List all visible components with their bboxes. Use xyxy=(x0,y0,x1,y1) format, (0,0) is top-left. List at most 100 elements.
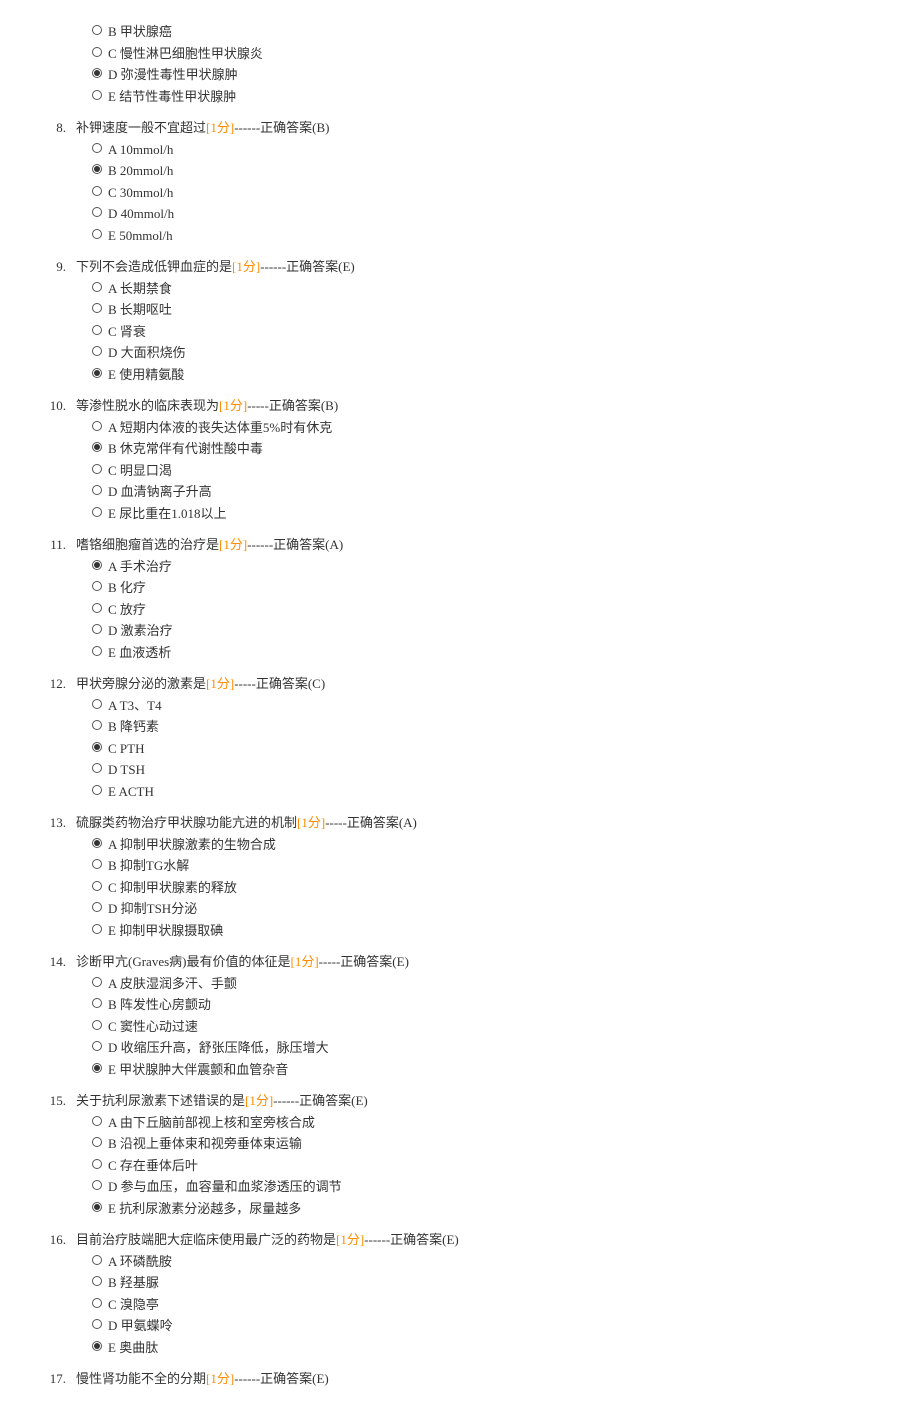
radio-icon[interactable] xyxy=(92,442,102,452)
radio-icon[interactable] xyxy=(92,720,102,730)
option[interactable]: E 尿比重在1.018以上 xyxy=(92,504,880,524)
option[interactable]: D 收缩压升高，舒张压降低，脉压增大 xyxy=(92,1038,880,1058)
radio-icon[interactable] xyxy=(92,603,102,613)
radio-icon[interactable] xyxy=(92,859,102,869)
radio-icon[interactable] xyxy=(92,924,102,934)
radio-icon[interactable] xyxy=(92,1319,102,1329)
radio-icon[interactable] xyxy=(92,998,102,1008)
option[interactable]: D 参与血压，血容量和血浆渗透压的调节 xyxy=(92,1177,880,1197)
radio-icon[interactable] xyxy=(92,143,102,153)
option[interactable]: A 环磷酰胺 xyxy=(92,1252,880,1272)
radio-icon[interactable] xyxy=(92,1255,102,1265)
option[interactable]: E ACTH xyxy=(92,782,880,802)
option[interactable]: E 50mmol/h xyxy=(92,226,880,246)
radio-icon[interactable] xyxy=(92,90,102,100)
radio-icon[interactable] xyxy=(92,881,102,891)
radio-icon[interactable] xyxy=(92,164,102,174)
option[interactable]: C 30mmol/h xyxy=(92,183,880,203)
radio-icon[interactable] xyxy=(92,560,102,570)
option[interactable]: A 长期禁食 xyxy=(92,279,880,299)
option[interactable]: A 抑制甲状腺激素的生物合成 xyxy=(92,835,880,855)
option[interactable]: D 抑制TSH分泌 xyxy=(92,899,880,919)
option[interactable]: A T3、T4 xyxy=(92,696,880,716)
option[interactable]: D 大面积烧伤 xyxy=(92,343,880,363)
radio-icon[interactable] xyxy=(92,1063,102,1073)
option[interactable]: C 慢性淋巴细胞性甲状腺炎 xyxy=(92,44,880,64)
radio-icon[interactable] xyxy=(92,742,102,752)
radio-icon[interactable] xyxy=(92,1137,102,1147)
option[interactable]: D TSH xyxy=(92,760,880,780)
option[interactable]: A 10mmol/h xyxy=(92,140,880,160)
radio-icon[interactable] xyxy=(92,346,102,356)
option[interactable]: E 抗利尿激素分泌越多，尿量越多 xyxy=(92,1199,880,1219)
radio-icon[interactable] xyxy=(92,464,102,474)
radio-icon[interactable] xyxy=(92,485,102,495)
radio-icon[interactable] xyxy=(92,303,102,313)
radio-icon[interactable] xyxy=(92,1298,102,1308)
option[interactable]: B 阵发性心房颤动 xyxy=(92,995,880,1015)
option[interactable]: B 20mmol/h xyxy=(92,161,880,181)
option[interactable]: D 血清钠离子升高 xyxy=(92,482,880,502)
radio-icon[interactable] xyxy=(92,186,102,196)
option[interactable]: E 血液透析 xyxy=(92,643,880,663)
option[interactable]: A 皮肤湿润多汗、手颤 xyxy=(92,974,880,994)
radio-icon[interactable] xyxy=(92,1020,102,1030)
radio-icon[interactable] xyxy=(92,785,102,795)
option[interactable]: A 手术治疗 xyxy=(92,557,880,577)
option[interactable]: D 甲氨蝶呤 xyxy=(92,1316,880,1336)
radio-icon[interactable] xyxy=(92,68,102,78)
question-text-line: 甲状旁腺分泌的激素是[1分]-----正确答案(C) xyxy=(76,674,880,694)
radio-icon[interactable] xyxy=(92,47,102,57)
radio-icon[interactable] xyxy=(92,1202,102,1212)
radio-icon[interactable] xyxy=(92,368,102,378)
radio-icon[interactable] xyxy=(92,977,102,987)
radio-icon[interactable] xyxy=(92,1159,102,1169)
radio-icon[interactable] xyxy=(92,902,102,912)
option[interactable]: B 长期呕吐 xyxy=(92,300,880,320)
radio-icon[interactable] xyxy=(92,207,102,217)
radio-icon[interactable] xyxy=(92,624,102,634)
radio-icon[interactable] xyxy=(92,1041,102,1051)
radio-icon[interactable] xyxy=(92,1116,102,1126)
option[interactable]: D 弥漫性毒性甲状腺肿 xyxy=(92,65,880,85)
option[interactable]: D 40mmol/h xyxy=(92,204,880,224)
radio-icon[interactable] xyxy=(92,325,102,335)
radio-icon[interactable] xyxy=(92,1180,102,1190)
option[interactable]: C 明显口渴 xyxy=(92,461,880,481)
radio-icon[interactable] xyxy=(92,25,102,35)
option[interactable]: C 窦性心动过速 xyxy=(92,1017,880,1037)
option[interactable]: B 羟基脲 xyxy=(92,1273,880,1293)
option[interactable]: C 放疗 xyxy=(92,600,880,620)
option[interactable]: C 抑制甲状腺素的释放 xyxy=(92,878,880,898)
option[interactable]: A 短期内体液的丧失达体重5%时有休克 xyxy=(92,418,880,438)
option[interactable]: E 奥曲肽 xyxy=(92,1338,880,1358)
option[interactable]: E 结节性毒性甲状腺肿 xyxy=(92,87,880,107)
option[interactable]: C 溴隐亭 xyxy=(92,1295,880,1315)
option[interactable]: C 肾衰 xyxy=(92,322,880,342)
option[interactable]: B 甲状腺癌 xyxy=(92,22,880,42)
radio-icon[interactable] xyxy=(92,838,102,848)
radio-icon[interactable] xyxy=(92,646,102,656)
option[interactable]: E 抑制甲状腺摄取碘 xyxy=(92,921,880,941)
radio-icon[interactable] xyxy=(92,1341,102,1351)
option[interactable]: B 抑制TG水解 xyxy=(92,856,880,876)
radio-icon[interactable] xyxy=(92,763,102,773)
option[interactable]: E 甲状腺肿大伴震颤和血管杂音 xyxy=(92,1060,880,1080)
option[interactable]: E 使用精氨酸 xyxy=(92,365,880,385)
radio-icon[interactable] xyxy=(92,581,102,591)
option[interactable]: C PTH xyxy=(92,739,880,759)
option[interactable]: B 降钙素 xyxy=(92,717,880,737)
option[interactable]: B 沿视上垂体束和视旁垂体束运输 xyxy=(92,1134,880,1154)
option[interactable]: D 激素治疗 xyxy=(92,621,880,641)
option[interactable]: B 休克常伴有代谢性酸中毒 xyxy=(92,439,880,459)
option[interactable]: C 存在垂体后叶 xyxy=(92,1156,880,1176)
radio-icon[interactable] xyxy=(92,1276,102,1286)
question-text-line: 等渗性脱水的临床表现为[1分]-----正确答案(B) xyxy=(76,396,880,416)
radio-icon[interactable] xyxy=(92,282,102,292)
option[interactable]: B 化疗 xyxy=(92,578,880,598)
radio-icon[interactable] xyxy=(92,507,102,517)
option[interactable]: A 由下丘脑前部视上核和室旁核合成 xyxy=(92,1113,880,1133)
radio-icon[interactable] xyxy=(92,229,102,239)
radio-icon[interactable] xyxy=(92,421,102,431)
radio-icon[interactable] xyxy=(92,699,102,709)
